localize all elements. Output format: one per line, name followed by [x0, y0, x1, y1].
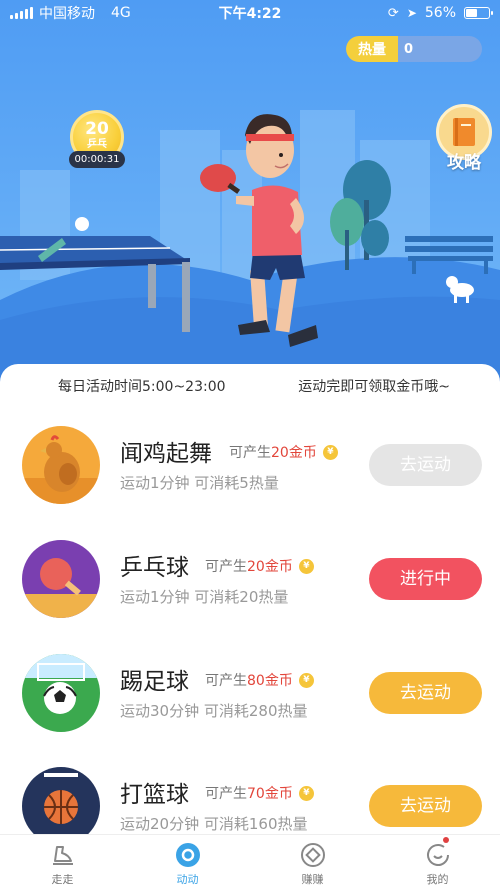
activity-reward: 可产生 80金币 ¥	[205, 670, 314, 690]
tab-bar: 走走 动动 赚赚 我的	[0, 834, 500, 888]
activity-reward: 可产生 20金币 ¥	[229, 442, 338, 462]
reward-amount: 70金币	[247, 786, 293, 802]
reward-amount: 20金币	[271, 445, 317, 461]
activity-reward: 可产生 70金币 ¥	[205, 783, 314, 803]
activity-panel: 每日活动时间5:00~23:00 运动完即可领取金币哦~ 闻鸡起舞 可产生 20…	[0, 364, 500, 834]
coin-badge-number: 20	[85, 119, 109, 139]
hero-banner: 中国移动 4G 下午4:22 ⟳ ➤ 56% 热量 0 20 乒乓 00:00:…	[0, 0, 500, 400]
list-item: 打篮球 可产生 70金币 ¥ 运动20分钟 可消耗160热量 去运动	[0, 767, 500, 834]
reward-amount: 80金币	[247, 673, 293, 689]
activity-desc: 运动30分钟 可消耗280热量	[120, 702, 308, 720]
coin-icon: ¥	[298, 558, 314, 574]
activity-desc: 运动1分钟 可消耗20热量	[120, 588, 289, 606]
status-bar: 中国移动 4G 下午4:22 ⟳ ➤ 56%	[0, 0, 500, 26]
activity-desc: 运动1分钟 可消耗5热量	[120, 474, 279, 492]
location-icon: ➤	[406, 6, 417, 20]
reward-amount: 20金币	[247, 559, 293, 575]
activity-title: 打篮球	[120, 782, 189, 808]
notification-dot	[443, 837, 449, 843]
list-item: 踢足球 可产生 80金币 ¥ 运动30分钟 可消耗280热量 去运动	[0, 654, 500, 764]
reward-prefix: 可产生	[205, 559, 247, 575]
signal-icon	[10, 7, 33, 19]
heat-label: 热量	[346, 36, 398, 62]
reward-tip: 运动完即可领取金币哦~	[298, 379, 450, 395]
battery-fill	[466, 9, 478, 17]
list-item: 乒乓球 可产生 20金币 ¥ 运动1分钟 可消耗20热量 进行中	[0, 540, 500, 650]
tab-profile[interactable]: 我的	[375, 835, 500, 888]
activity-icon	[175, 843, 200, 867]
tab-label: 我的	[426, 873, 449, 886]
activity-hours: 每日活动时间5:00~23:00	[58, 379, 226, 395]
profile-icon	[426, 844, 449, 866]
coin-icon: ¥	[298, 672, 314, 688]
go-exercise-button[interactable]: 去运动	[369, 444, 482, 486]
carrier: 中国移动	[39, 6, 95, 22]
battery-percent: 56%	[424, 5, 456, 21]
go-exercise-button[interactable]: 去运动	[369, 672, 482, 714]
activity-reward: 可产生 20金币 ¥	[205, 556, 314, 576]
info-row: 每日活动时间5:00~23:00 运动完即可领取金币哦~	[0, 364, 500, 408]
coin-icon: ¥	[298, 785, 314, 801]
shoe-icon	[52, 846, 73, 865]
activity-timer: 00:00:31	[69, 151, 125, 168]
coin-diamond-icon	[300, 843, 325, 867]
heat-counter[interactable]: 热量 0	[346, 36, 482, 62]
activity-title: 踢足球	[120, 669, 189, 695]
list-item: 闻鸡起舞 可产生 20金币 ¥ 运动1分钟 可消耗5热量 去运动	[0, 426, 500, 536]
tab-label: 走走	[51, 873, 74, 886]
rotation-lock-icon: ⟳	[387, 5, 399, 21]
ping-pong-icon	[22, 540, 100, 618]
battery-icon	[464, 7, 493, 19]
tab-walk[interactable]: 走走	[0, 835, 125, 888]
soccer-icon	[22, 654, 100, 732]
reward-prefix: 可产生	[205, 673, 247, 689]
in-progress-button[interactable]: 进行中	[369, 558, 482, 600]
coin-icon: ¥	[322, 444, 338, 460]
book-icon	[453, 118, 475, 146]
tab-label: 赚赚	[301, 873, 324, 886]
reward-prefix: 可产生	[229, 445, 271, 461]
tab-earn[interactable]: 赚赚	[250, 835, 375, 888]
basketball-icon	[22, 767, 100, 834]
guide-label[interactable]: 攻略	[436, 148, 492, 173]
heat-value: 0	[404, 41, 414, 57]
chicken-icon	[22, 426, 100, 504]
activity-desc: 运动20分钟 可消耗160热量	[120, 815, 308, 833]
tab-label: 动动	[176, 873, 199, 886]
status-time: 下午4:22	[218, 6, 282, 22]
network-type: 4G	[111, 5, 131, 21]
reward-prefix: 可产生	[205, 786, 247, 802]
activity-title: 闻鸡起舞	[120, 441, 212, 467]
activity-title: 乒乓球	[120, 555, 189, 581]
tab-move[interactable]: 动动	[125, 835, 250, 888]
go-exercise-button[interactable]: 去运动	[369, 785, 482, 827]
coin-badge-label: 乒乓	[87, 139, 107, 150]
